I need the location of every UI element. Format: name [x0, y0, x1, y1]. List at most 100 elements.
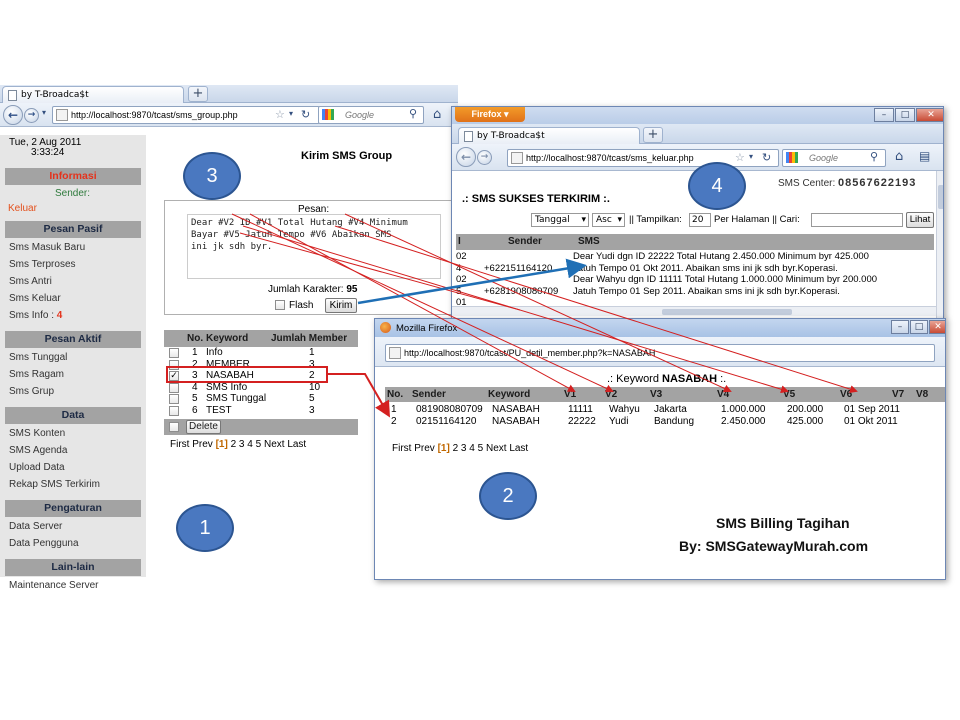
- cell-v1: 22222: [568, 416, 596, 427]
- cell-no: 3: [192, 370, 198, 382]
- minimize-icon[interactable]: –: [874, 108, 894, 122]
- navigation-bar: ← → ▾ http://localhost:9870/tcast/sms_gr…: [0, 103, 458, 127]
- pager-first[interactable]: First: [170, 439, 189, 450]
- sidebar-item-sms-terproses[interactable]: Sms Terproses: [9, 259, 76, 270]
- bookmark-star-icon[interactable]: ☆: [735, 151, 745, 164]
- sidebar-item-sms-antri[interactable]: Sms Antri: [9, 276, 52, 287]
- pager-last[interactable]: Last: [509, 443, 528, 454]
- close-icon[interactable]: ✕: [929, 320, 945, 334]
- sidebar-item-sms-konten[interactable]: SMS Konten: [9, 428, 65, 439]
- new-tab-button[interactable]: +: [643, 127, 663, 143]
- horizontal-scrollbar[interactable]: [452, 306, 936, 316]
- navigation-bar: http://localhost:9870/tcast/PU_detil_mem…: [375, 337, 945, 367]
- delete-button[interactable]: Delete: [186, 420, 221, 434]
- pager-last[interactable]: Last: [287, 439, 306, 450]
- callout-3: 3: [183, 152, 241, 200]
- window-controls: – □ ✕: [891, 320, 945, 334]
- row-checkbox[interactable]: [169, 406, 179, 416]
- row-checkbox[interactable]: ✓: [169, 371, 179, 382]
- back-arrow-icon[interactable]: ←: [456, 147, 476, 167]
- scrollbar-thumb[interactable]: [938, 185, 943, 209]
- table-row[interactable]: 4 SMS Info 10: [164, 382, 358, 394]
- toolbar-menu-icon[interactable]: ▤: [919, 149, 930, 163]
- sidebar-item-sms-agenda[interactable]: SMS Agenda: [9, 445, 67, 456]
- tab-sms-keluar[interactable]: by T-Broadca$t: [458, 127, 640, 144]
- table-row[interactable]: 2 MEMBER 3: [164, 358, 358, 371]
- sort-direction-select[interactable]: Asc ▾: [592, 213, 625, 227]
- table-row[interactable]: ✓ 3 NASABAH 2: [164, 370, 358, 382]
- flash-checkbox[interactable]: [275, 300, 285, 310]
- pager-prev[interactable]: Prev: [192, 439, 213, 450]
- sidebar-item-sms-masuk-baru[interactable]: Sms Masuk Baru: [9, 242, 85, 253]
- forward-arrow-icon[interactable]: →: [477, 150, 492, 165]
- sidebar-item-rekap-sms-terkirim[interactable]: Rekap SMS Terkirim: [9, 479, 100, 490]
- tampilkan-input[interactable]: 20: [689, 213, 711, 227]
- section-header-data: Data: [5, 407, 141, 424]
- cell-sender: +6281908080709: [484, 285, 559, 297]
- tab-title: by T-Broadca$t: [477, 131, 545, 141]
- row-checkbox[interactable]: [169, 382, 179, 393]
- dropdown-arrow-icon[interactable]: ▾: [42, 108, 46, 117]
- message-line: Dear #V2 ID #V1 Total Hutang #V4 Minimum: [191, 218, 408, 228]
- table-row[interactable]: 5 SMS Tunggal 5: [164, 393, 358, 405]
- pager-pages[interactable]: 2 3 4 5: [231, 439, 262, 450]
- table-row[interactable]: 1 Info 1: [164, 347, 358, 359]
- pager-first[interactable]: First: [392, 443, 411, 454]
- url-text: http://localhost:9870/tcast/sms_keluar.p…: [526, 153, 694, 163]
- back-arrow-icon[interactable]: ←: [3, 105, 23, 125]
- home-icon[interactable]: ⌂: [895, 149, 903, 164]
- firefox-menu-button[interactable]: Firefox ▾: [455, 107, 525, 122]
- header-v6: V6: [840, 389, 853, 400]
- section-header-pesan-aktif: Pesan Aktif: [5, 331, 141, 348]
- section-header-pengaturan: Pengaturan: [5, 500, 141, 517]
- kirim-button[interactable]: Kirim: [325, 298, 357, 313]
- tab-sms-group[interactable]: by T-Broadca$t: [2, 86, 184, 103]
- lihat-button[interactable]: Lihat: [906, 212, 934, 228]
- row-checkbox[interactable]: [169, 359, 179, 370]
- section-header-pesan-pasif: Pesan Pasif: [5, 221, 141, 238]
- cell-jumlah: 1: [309, 347, 315, 358]
- pager-next[interactable]: Next: [264, 439, 285, 450]
- search-input[interactable]: [811, 213, 903, 227]
- maximize-icon[interactable]: □: [895, 108, 915, 122]
- scrollbar-thumb[interactable]: [662, 309, 792, 315]
- sidebar-item-data-server[interactable]: Data Server: [9, 521, 62, 532]
- sidebar-item-sms-keluar[interactable]: Sms Keluar: [9, 293, 61, 304]
- reload-icon[interactable]: ↻: [762, 151, 771, 164]
- sort-field-select[interactable]: Tanggal ▾: [531, 213, 589, 227]
- pager-next[interactable]: Next: [486, 443, 507, 454]
- forward-arrow-icon[interactable]: →: [24, 108, 39, 123]
- sidebar-item-sms-ragam[interactable]: Sms Ragam: [9, 369, 64, 380]
- history-dropdown-icon[interactable]: ▾: [749, 152, 753, 161]
- row-checkbox[interactable]: [169, 394, 179, 405]
- pager-pages[interactable]: 2 3 4 5: [453, 443, 484, 454]
- cell-keyword: MEMBER: [206, 358, 250, 370]
- search-icon[interactable]: ⚲: [409, 107, 417, 120]
- sidebar-item-data-pengguna[interactable]: Data Pengguna: [9, 538, 79, 549]
- history-dropdown-icon[interactable]: ▾: [289, 109, 293, 118]
- header-v7: V7: [892, 389, 905, 400]
- sidebar-item-sms-grup[interactable]: Sms Grup: [9, 386, 54, 397]
- sidebar-item-sms-info[interactable]: Sms Info : 4: [9, 310, 62, 321]
- bookmark-star-icon[interactable]: ☆: [275, 108, 285, 121]
- maximize-icon[interactable]: □: [910, 320, 928, 334]
- select-all-checkbox[interactable]: [169, 422, 179, 432]
- table-row[interactable]: 6 TEST 3: [164, 405, 358, 417]
- vertical-scrollbar[interactable]: [936, 171, 943, 318]
- sidebar-item-upload-data[interactable]: Upload Data: [9, 462, 65, 473]
- pager-prev[interactable]: Prev: [414, 443, 435, 454]
- sidebar-item-maintenance-server[interactable]: Maintenance Server: [9, 580, 99, 591]
- footer-credit: By: SMSGatewayMurah.com: [679, 538, 869, 554]
- message-textarea[interactable]: Dear #V2 ID #V1 Total Hutang #V4 Minimum…: [187, 214, 441, 279]
- row-checkbox[interactable]: [169, 348, 179, 358]
- new-tab-button[interactable]: +: [188, 86, 208, 102]
- close-icon[interactable]: ✕: [916, 108, 943, 122]
- sidebar-item-sms-tunggal[interactable]: Sms Tunggal: [9, 352, 67, 363]
- reload-icon[interactable]: ↻: [301, 108, 310, 121]
- header-no: No.: [187, 333, 204, 344]
- header-i: I: [458, 236, 461, 247]
- search-icon[interactable]: ⚲: [870, 150, 878, 163]
- minimize-icon[interactable]: –: [891, 320, 909, 334]
- home-icon[interactable]: ⌂: [433, 107, 441, 122]
- logout-link[interactable]: Keluar: [8, 203, 37, 214]
